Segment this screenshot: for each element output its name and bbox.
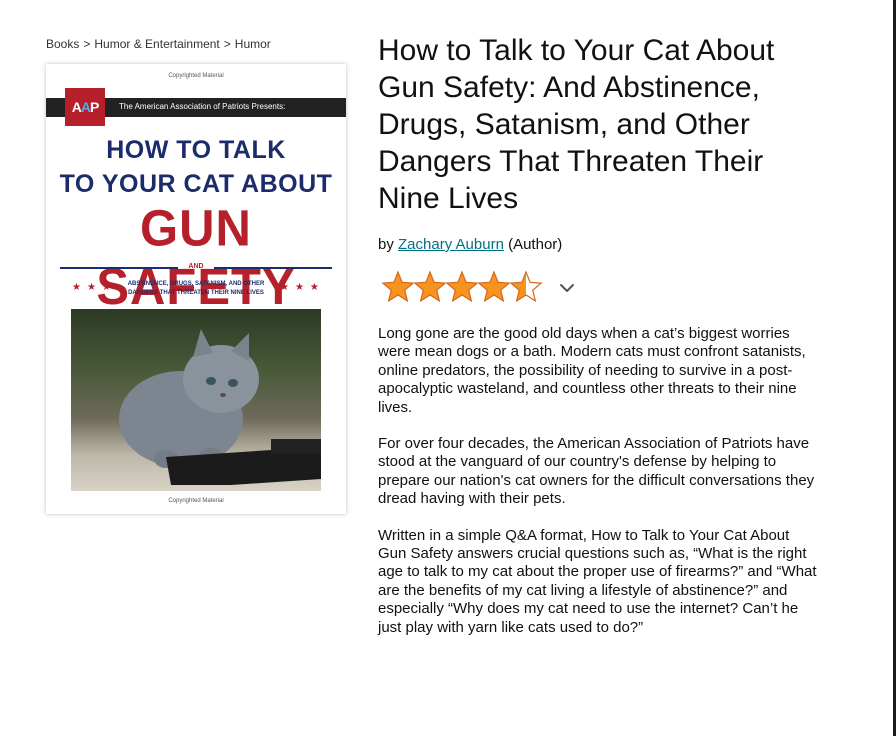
rating-star: [477, 270, 511, 303]
cover-stars-left: ★★★: [72, 282, 117, 293]
cover-headline: GUN SAFETY: [96, 200, 296, 316]
star-rating[interactable]: [380, 268, 550, 306]
chevron-down-icon[interactable]: [558, 280, 576, 296]
breadcrumb-humor-entertainment[interactable]: Humor & Entertainment: [94, 37, 219, 51]
byline: by Zachary Auburn (Author): [378, 236, 562, 253]
cover-divider-left: [60, 267, 178, 269]
description-paragraph: Written in a simple Q&A format, How to T…: [378, 526, 817, 636]
breadcrumb: Books > Humor & Entertainment > Humor: [46, 37, 271, 51]
cover-subtitle: ABSTINENCE, DRUGS, SATANISM, AND OTHER D…: [127, 281, 265, 296]
aap-logo: AAP: [65, 88, 105, 126]
rating-star: [413, 270, 447, 303]
rating-star: [509, 270, 543, 303]
cover-copyright-bottom: Copyrighted Material: [168, 498, 224, 504]
product-title: How to Talk to Your Cat About Gun Safety…: [378, 34, 775, 215]
rating-star: [445, 270, 479, 303]
breadcrumb-separator: >: [223, 37, 231, 51]
cover-and-label: AND: [188, 263, 204, 270]
description-paragraph: Long gone are the good old days when a c…: [378, 325, 806, 416]
book-cover-image[interactable]: Copyrighted Material AAP The American As…: [46, 64, 346, 514]
author-link[interactable]: Zachary Auburn: [398, 236, 504, 253]
author-role: (Author): [508, 236, 563, 253]
cover-title-line2: TO YOUR CAT ABOUT: [59, 170, 333, 198]
cover-stars-right: ★★★: [280, 282, 325, 293]
cover-title-line1: HOW TO TALK: [106, 136, 286, 164]
breadcrumb-separator: >: [83, 37, 91, 51]
rating-star: [381, 270, 415, 303]
kitten-photo-illustration: [119, 329, 321, 485]
rating-stars: [381, 270, 543, 303]
breadcrumb-books[interactable]: Books: [46, 37, 79, 51]
byline-prefix: by: [378, 236, 394, 253]
kitten-with-gun-photo: [71, 309, 321, 491]
cover-presents-text: The American Association of Patriots Pre…: [119, 102, 286, 111]
cover-copyright-top: Copyrighted Material: [168, 73, 224, 79]
description-paragraph: For over four decades, the American Asso…: [378, 435, 815, 508]
product-description: Long gone are the good old days when a c…: [378, 325, 818, 655]
breadcrumb-humor[interactable]: Humor: [235, 37, 271, 51]
cover-divider-right: [214, 267, 332, 269]
